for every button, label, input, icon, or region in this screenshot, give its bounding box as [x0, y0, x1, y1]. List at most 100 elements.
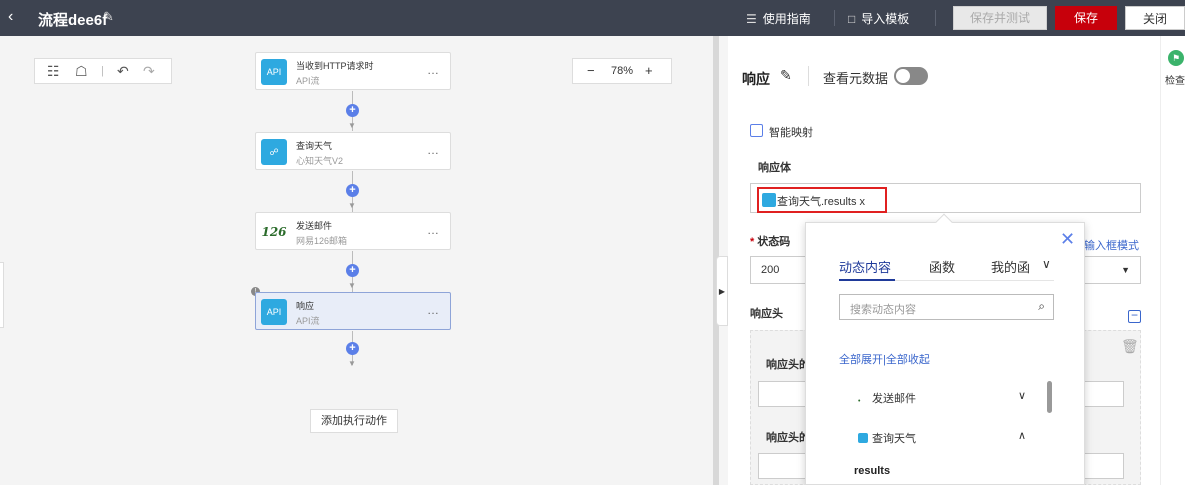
collapse-headers-icon[interactable]: − — [1128, 309, 1141, 323]
zoom-in-button[interactable]: + — [645, 63, 653, 78]
toolbar-divider — [935, 10, 936, 26]
dynamic-content-tag[interactable]: 查询天气.results x — [757, 187, 887, 213]
import-template-link[interactable]: □ 导入模板 — [848, 10, 909, 27]
caret-down-icon: ▼ — [1121, 265, 1130, 275]
header-key-label: 响应头的 — [766, 359, 810, 371]
save-button[interactable]: 保存 — [1055, 6, 1117, 30]
tab-my-functions[interactable]: 我的函 — [991, 257, 1030, 276]
item-label: 发送邮件 — [872, 393, 916, 405]
chevron-left-icon[interactable]: ‹ — [8, 8, 13, 26]
more-options-icon[interactable]: … — [427, 143, 440, 157]
search-placeholder: 搜索动态内容 — [850, 304, 916, 316]
metadata-toggle[interactable] — [894, 67, 928, 85]
active-tab-indicator — [839, 279, 895, 281]
document-icon: ☰ — [746, 12, 757, 26]
weather-connector-icon — [858, 433, 868, 443]
trash-icon[interactable]: 🗑 — [1121, 338, 1139, 355]
node-subtitle: 心知天气V2 — [296, 156, 344, 166]
expand-collapse-links: 全部展开|全部收起 — [839, 354, 930, 366]
right-rail: ⚑ 检查 — [1160, 36, 1185, 485]
api-icon: API — [261, 59, 287, 85]
panel-collapse-toggle[interactable]: ▶ — [716, 256, 728, 326]
smart-mapping-label[interactable]: 智能映射 — [769, 124, 813, 140]
status-code-value: 200 — [761, 264, 780, 276]
popup-scrollbar[interactable] — [1047, 381, 1052, 413]
view-metadata-label: 查看元数据 — [823, 71, 889, 86]
list-item-send-mail[interactable]: • 发送邮件 — [858, 390, 916, 408]
weather-connector-icon: ☍ — [261, 139, 287, 165]
undo-icon[interactable]: ↶ — [117, 63, 129, 80]
item-label: 查询天气 — [872, 433, 916, 445]
save-and-test-button[interactable]: 保存并测试 — [953, 6, 1047, 30]
canvas-toolbox: ☷ ☖ | ↶ ↷ — [34, 58, 172, 84]
status-code-label: * 状态码 — [750, 233, 790, 249]
chevron-down-icon[interactable]: ∨ — [1018, 389, 1026, 402]
pencil-icon[interactable]: ✎ — [103, 9, 114, 25]
check-label[interactable]: 检查 — [1165, 72, 1185, 87]
add-action-button[interactable]: 添加执行动作 — [310, 409, 398, 433]
flow-title: 流程dee6f — [38, 12, 108, 29]
node-subtitle: 网易126邮箱 — [296, 236, 348, 246]
add-step-button[interactable]: + — [346, 104, 359, 117]
robot-icon[interactable]: ☖ — [75, 63, 88, 80]
more-options-icon[interactable]: … — [427, 303, 440, 317]
tab-dynamic-content[interactable]: 动态内容 — [839, 257, 891, 276]
dynamic-content-popup: ✕ 动态内容 函数 我的函 ∨ 搜索动态内容 ⌕ 全部展开|全部收起 • 发送邮件… — [805, 213, 1085, 485]
toolbar-divider — [834, 10, 835, 26]
required-marker: * — [750, 236, 755, 248]
add-step-button[interactable]: + — [346, 184, 359, 197]
check-document-icon[interactable]: ⚑ — [1168, 50, 1184, 66]
weather-connector-icon — [762, 193, 776, 207]
left-collapse-tab[interactable] — [0, 262, 4, 328]
search-icon[interactable]: ⌕ — [1038, 299, 1045, 314]
tag-text: 查询天气.results x — [777, 196, 866, 208]
close-icon[interactable]: ✕ — [1060, 229, 1075, 250]
header-value-label: 响应头的 — [766, 432, 810, 444]
align-icon[interactable]: ☷ — [47, 63, 60, 80]
expand-all-link[interactable]: 全部展开 — [839, 354, 883, 366]
header-divider — [808, 66, 809, 86]
import-label: 导入模板 — [861, 12, 910, 26]
node-subtitle: API流 — [296, 316, 320, 326]
flow-node-send-mail[interactable]: 126 发送邮件 网易126邮箱 … — [255, 212, 451, 250]
more-options-icon[interactable]: … — [427, 223, 440, 237]
zoom-control: − 78% + — [572, 58, 672, 84]
arrow-down-icon: ▼ — [348, 281, 356, 290]
folder-icon: □ — [848, 12, 856, 26]
close-button[interactable]: 关闭 — [1125, 6, 1185, 30]
flow-node-response[interactable]: API 响应 API流 … — [255, 292, 451, 330]
node-title: 当收到HTTP请求时 — [296, 61, 374, 71]
node-title: 查询天气 — [296, 141, 333, 151]
redo-icon[interactable]: ↷ — [143, 63, 155, 80]
zoom-out-button[interactable]: − — [587, 63, 595, 78]
guide-label: 使用指南 — [762, 12, 811, 26]
flow-node-http-trigger[interactable]: API 当收到HTTP请求时 API流 … — [255, 52, 451, 90]
panel-title: 响应 — [742, 71, 770, 87]
input-mode-link[interactable]: 输入框模式 — [1084, 237, 1139, 253]
tab-functions[interactable]: 函数 — [929, 257, 955, 276]
chevron-up-icon[interactable]: ∧ — [1018, 429, 1026, 442]
top-bar: ‹ 流程dee6f ✎ ☰ 使用指南 □ 导入模板 保存并测试 保存 关闭 — [0, 0, 1185, 36]
arrow-down-icon: ▼ — [348, 359, 356, 368]
toolbox-divider: | — [101, 65, 104, 77]
pencil-icon[interactable]: ✎ — [780, 67, 792, 84]
flow-node-query-weather[interactable]: ☍ 查询天气 心知天气V2 … — [255, 132, 451, 170]
add-step-button[interactable]: + — [346, 342, 359, 355]
response-headers-label: 响应头 — [750, 308, 783, 320]
status-code-text: 状态码 — [757, 236, 791, 248]
arrow-down-icon: ▼ — [348, 121, 356, 130]
mail-126-icon: 126 — [261, 219, 287, 245]
arrow-down-icon: ▼ — [348, 201, 356, 210]
add-step-button[interactable]: + — [346, 264, 359, 277]
search-dynamic-content-input[interactable]: 搜索动态内容 ⌕ — [839, 294, 1054, 320]
guide-link[interactable]: ☰ 使用指南 — [746, 10, 811, 27]
results-field[interactable]: results — [854, 465, 890, 477]
node-title: 响应 — [296, 301, 315, 311]
more-options-icon[interactable]: … — [427, 63, 440, 77]
collapse-all-link[interactable]: 全部收起 — [886, 354, 930, 366]
api-icon: API — [261, 299, 287, 325]
chevron-down-icon[interactable]: ∨ — [1042, 257, 1051, 271]
list-item-query-weather[interactable]: 查询天气 — [858, 430, 916, 446]
response-body-label: 响应体 — [758, 162, 791, 174]
node-title: 发送邮件 — [296, 221, 333, 231]
